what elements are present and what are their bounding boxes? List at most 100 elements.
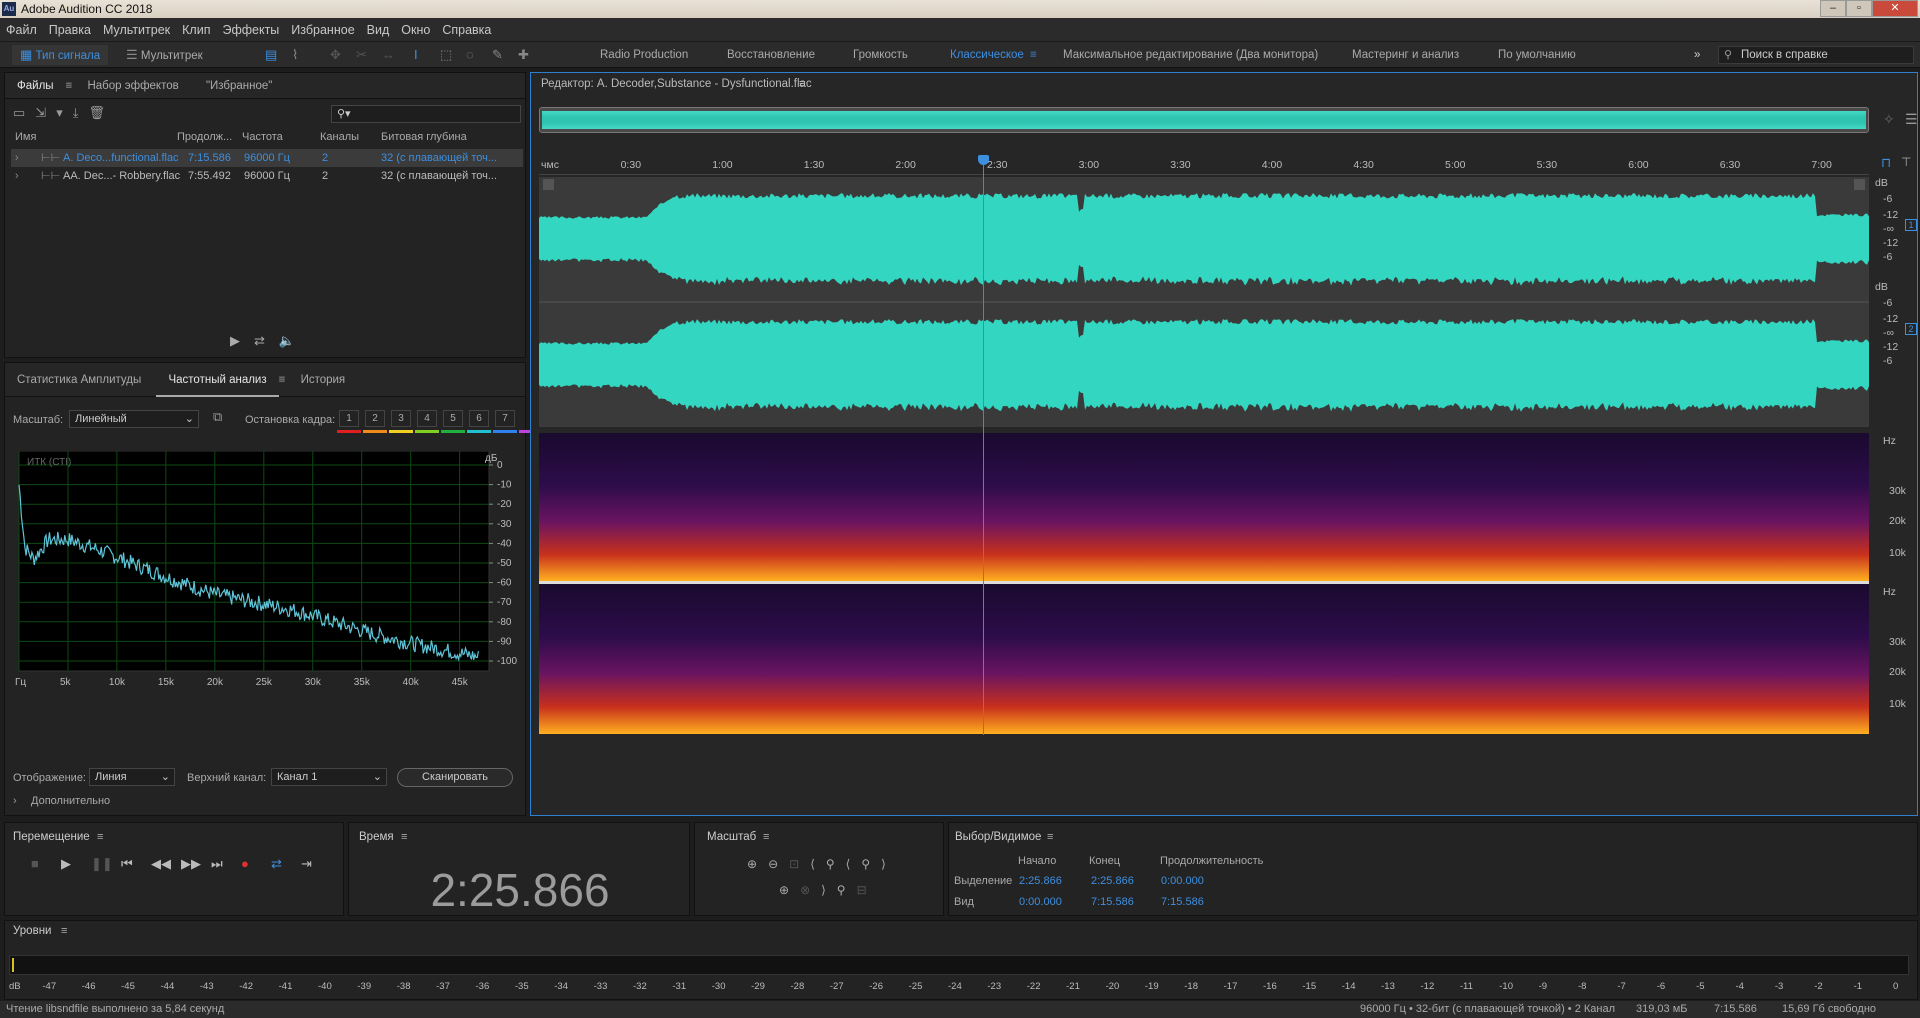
workspace-max-edit[interactable]: Максимальное редактирование (Два монитор… xyxy=(1063,45,1318,65)
view-duration-field[interactable]: 7:15.586 xyxy=(1161,896,1204,908)
files-search-input[interactable]: ⚲▾ xyxy=(331,105,521,123)
panel-menu-icon[interactable]: ≡ xyxy=(61,925,67,937)
table-row[interactable]: › ⊢⊢ A. Deco...functional.flac 7:15.586 … xyxy=(11,149,523,167)
delete-icon[interactable]: 🗑 xyxy=(88,105,115,120)
channel-select[interactable]: Канал 1 ⌄ xyxy=(271,768,387,786)
scan-button[interactable]: Сканировать xyxy=(397,768,513,787)
menu-multitrack[interactable]: Мультитрек xyxy=(97,18,176,42)
multitrack-view-button[interactable]: ☰ Мультитрек xyxy=(126,45,203,65)
zoom-toggle-icon[interactable]: ✧ xyxy=(1883,111,1895,128)
workspace-restoration[interactable]: Восстановление xyxy=(727,45,815,65)
playhead[interactable] xyxy=(983,155,985,735)
panel-menu-icon[interactable]: ≡ xyxy=(279,363,286,397)
expand-icon[interactable]: › xyxy=(15,167,19,185)
panel-menu-icon[interactable]: ≡ xyxy=(66,73,73,99)
zoom-in-start-icon[interactable]: ⟨⚲ xyxy=(810,857,845,871)
freeze-button-7[interactable]: 7 xyxy=(495,410,515,427)
loop-icon[interactable]: ⇄ xyxy=(271,856,301,872)
waveform-area[interactable] xyxy=(539,177,1869,427)
tab-history[interactable]: История xyxy=(289,363,358,397)
panel-menu-icon[interactable]: ≡ xyxy=(763,831,769,843)
workspace-loudness[interactable]: Громкость xyxy=(853,45,908,65)
freeze-button-2[interactable]: 2 xyxy=(365,410,385,427)
zoom-out-amplitude-icon[interactable]: ⊖ xyxy=(768,857,789,871)
menu-favorites[interactable]: Избранное xyxy=(285,18,360,42)
record-icon[interactable]: ● xyxy=(241,856,271,871)
col-duration[interactable]: Продолж... xyxy=(177,131,232,143)
import-icon[interactable]: ⇲ xyxy=(35,105,56,120)
help-search-input[interactable]: Поиск в справке xyxy=(1741,49,1828,61)
freeze-button-6[interactable]: 6 xyxy=(469,410,489,427)
preview-volume-icon[interactable]: 🔈 xyxy=(279,333,309,348)
tab-amplitude-stats[interactable]: Статистика Амплитуды xyxy=(5,363,153,397)
table-row[interactable]: › ⊢⊢ AA. Dec...- Robbery.flac 7:55.492 9… xyxy=(11,167,523,185)
close-icon[interactable]: ✕ xyxy=(1872,0,1918,17)
skip-start-icon[interactable]: ⏮ xyxy=(121,856,151,872)
workspace-radio-production[interactable]: Radio Production xyxy=(600,45,688,65)
lasso-tool-icon[interactable]: ◌ xyxy=(466,45,474,65)
spectral-display[interactable] xyxy=(539,433,1869,735)
col-channels[interactable]: Каналы xyxy=(320,131,359,143)
menu-edit[interactable]: Правка xyxy=(43,18,97,42)
zoom-in-point-icon[interactable]: ⊡ xyxy=(789,857,810,871)
zoom-in-end-icon[interactable]: ⟨⚲⟩ xyxy=(846,857,897,871)
help-search-box[interactable]: ⚲ Поиск в справке xyxy=(1718,46,1914,64)
overview-navigator[interactable] xyxy=(539,107,1869,133)
insert-icon[interactable]: ▾ xyxy=(56,105,73,120)
more-workspaces-icon[interactable]: » xyxy=(1694,45,1700,65)
zoom-in-amplitude-icon[interactable]: ⊕ xyxy=(747,857,768,871)
selection-end-field[interactable]: 2:25.866 xyxy=(1091,875,1134,887)
fast-forward-icon[interactable]: ▶▶ xyxy=(181,856,211,872)
export-icon[interactable]: ⤓ xyxy=(73,105,89,120)
rewind-icon[interactable]: ◀◀ xyxy=(151,856,181,872)
snapshot-icon[interactable]: ⧉ xyxy=(213,409,222,425)
workspace-mastering[interactable]: Мастеринг и анализ xyxy=(1352,45,1459,65)
skip-selection-icon[interactable]: ⇥ xyxy=(301,856,331,872)
freeze-button-4[interactable]: 4 xyxy=(417,410,437,427)
healing-tool-icon[interactable]: ✚ xyxy=(518,45,529,65)
slip-tool-icon[interactable]: ↔ xyxy=(382,45,395,65)
panel-menu-icon[interactable]: ≡ xyxy=(1047,831,1053,843)
preview-loop-icon[interactable]: ⇄ xyxy=(254,333,279,348)
tab-frequency-analysis[interactable]: Частотный анализ xyxy=(156,365,279,397)
menu-window[interactable]: Окно xyxy=(395,18,436,42)
razor-tool-icon[interactable]: ✂ xyxy=(356,45,367,65)
fade-out-handle[interactable] xyxy=(1854,179,1865,190)
brush-tool-icon[interactable]: ✎ xyxy=(492,45,503,65)
maximize-icon[interactable]: ▫ xyxy=(1846,0,1872,17)
pitch-display-icon[interactable]: ⌇ xyxy=(292,45,298,65)
zoom-reset-icon[interactable]: ⊟ xyxy=(857,883,878,897)
zoom-in-time-icon[interactable]: ⊕ xyxy=(779,883,800,897)
col-bitdepth[interactable]: Битовая глубина xyxy=(381,131,467,143)
freeze-button-3[interactable]: 3 xyxy=(391,410,411,427)
view-end-field[interactable]: 7:15.586 xyxy=(1091,896,1134,908)
workspace-default[interactable]: По умолчанию xyxy=(1498,45,1576,65)
menu-help[interactable]: Справка xyxy=(436,18,497,42)
expand-icon[interactable]: › xyxy=(15,149,19,167)
tab-favorites[interactable]: "Избранное" xyxy=(194,73,284,99)
snap-icon[interactable]: ⊓ xyxy=(1881,155,1891,171)
menu-view[interactable]: Вид xyxy=(361,18,396,42)
advanced-toggle[interactable]: Дополнительно xyxy=(31,795,110,807)
open-file-icon[interactable]: ▭ xyxy=(13,105,35,120)
fade-in-handle[interactable] xyxy=(543,179,554,190)
zoom-selection-icon[interactable]: ⊗ xyxy=(800,883,821,897)
display-options-icon[interactable]: ☰ xyxy=(1905,111,1918,128)
view-start-field[interactable]: 0:00.000 xyxy=(1019,896,1062,908)
pin-icon[interactable]: ⊤ xyxy=(1901,155,1911,169)
time-ruler[interactable]: чмс 0:30 1:00 1:30 2:00 2:30 3:00 3:30 4:00 4:30… xyxy=(539,155,1869,175)
scale-select[interactable]: Линейный ⌄ xyxy=(69,410,199,428)
play-icon[interactable]: ▶ xyxy=(61,856,91,872)
workspace-menu-icon[interactable]: ≡ xyxy=(1030,45,1037,65)
freeze-button-1[interactable]: 1 xyxy=(339,410,359,427)
move-tool-icon[interactable]: ✥ xyxy=(330,45,341,65)
panel-menu-icon[interactable]: ≡ xyxy=(97,831,103,843)
menu-file[interactable]: Файл xyxy=(0,18,43,42)
freeze-button-5[interactable]: 5 xyxy=(443,410,463,427)
preview-play-icon[interactable]: ▶ xyxy=(230,333,254,348)
selection-duration-field[interactable]: 0:00.000 xyxy=(1161,875,1204,887)
minimize-icon[interactable]: – xyxy=(1820,0,1846,17)
skip-end-icon[interactable]: ⏭ xyxy=(211,856,241,872)
zoom-out-full-icon[interactable]: ⟩⚲ xyxy=(821,883,856,897)
channel-2-badge[interactable]: 2 xyxy=(1905,323,1917,335)
